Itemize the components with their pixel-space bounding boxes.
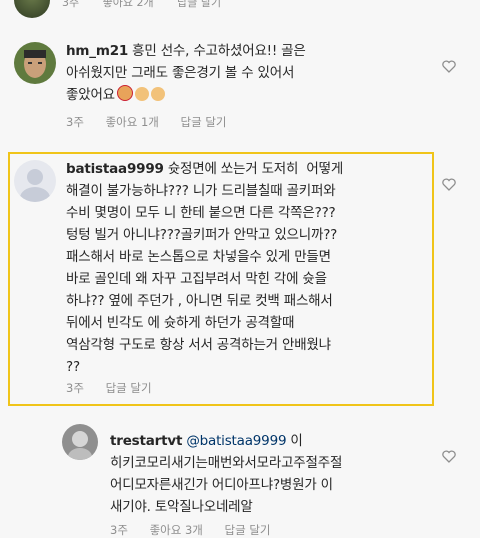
comment-likes[interactable]: 좋아요 2개 [103,0,154,9]
reply-button[interactable]: 답글 달기 [177,0,221,9]
comment-username[interactable]: batistaa9999 [66,161,164,177]
comment-time: 3주 [62,0,80,9]
comment-meta: 3주 답글 달기 [66,380,170,396]
comment-time: 3주 [66,115,84,129]
reply-button[interactable]: 답글 달기 [181,114,227,130]
heart-icon[interactable] [442,60,456,73]
comment-username[interactable]: trestartvt [110,433,182,449]
thumbs-up-emoji [134,87,149,101]
comment-meta: 3주 좋아요 1개 답글 달기 [66,114,245,130]
comment-likes[interactable]: 좋아요 1개 [106,114,159,130]
avatar[interactable] [14,0,50,18]
avatar[interactable] [14,42,56,84]
avatar-default-icon[interactable] [14,160,56,202]
heart-icon[interactable] [442,178,456,191]
heart-icon[interactable] [442,450,456,463]
thumbs-up-emoji [150,87,165,101]
comment-time: 3주 [66,381,84,395]
comment-text: hm_m21 흥민 선수, 수고하셨어요!! 골은 아쉬웠지만 그래도 좋은경기… [66,40,426,106]
comment-text: batistaa9999 슛정면에 쏘는거 도저히 어떻게 해결이 불가능하냐?… [66,158,428,378]
comment-mention[interactable]: @batistaa9999 [186,433,286,449]
comment-username[interactable]: hm_m21 [66,43,128,59]
comment-body: 슛정면에 쏘는거 도저히 어떻게 해결이 불가능하냐??? 니가 드리블칠때 골… [66,161,344,375]
avatar[interactable] [62,424,98,460]
face-emoji [116,85,133,101]
comment-text: trestartvt @batistaa9999 이 히키코모리새기는매번와서모… [110,430,430,518]
reply-button[interactable]: 답글 달기 [106,380,152,396]
comment-meta: 3주 좋아요 2개 답글 달기 [62,0,241,10]
